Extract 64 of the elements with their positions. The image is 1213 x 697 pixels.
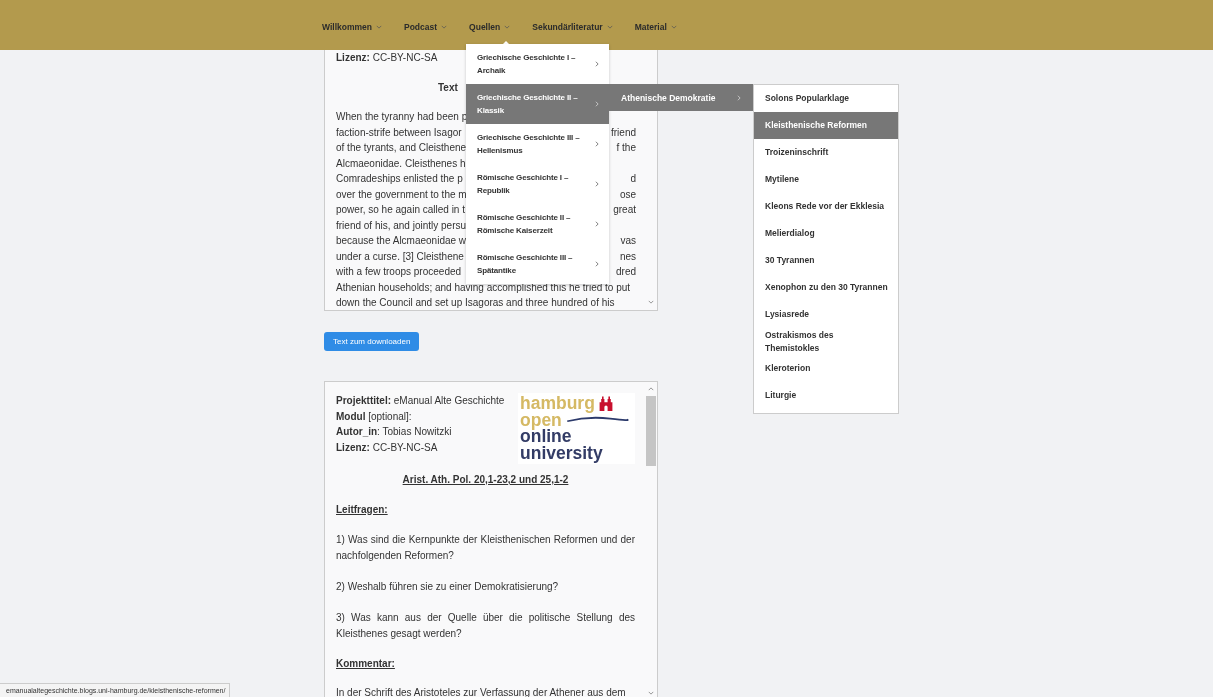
source-title: Arist. Ath. Pol. 20,1-23,2 und 25,1-2 (401, 473, 570, 487)
menu-item[interactable]: Römische Geschichte I – Republik (466, 164, 609, 204)
nav-item[interactable]: Willkommen (322, 21, 382, 33)
text-line: power, so he again called in t (336, 203, 465, 217)
chevron-right-icon (595, 101, 599, 107)
text-line: great (613, 203, 636, 217)
meta-text: Projekttitel: eManual Alte Geschichte (336, 394, 505, 408)
chevron-down-icon (376, 25, 382, 29)
text-line: d (630, 172, 636, 186)
chevron-down-icon (441, 25, 448, 29)
text-line: friend of his, and jointly persu (336, 218, 467, 233)
question-text: 3) Was kann aus der Quelle über die politische Stellung des Kleisthenes gesagt werden? (336, 611, 635, 641)
text-line: nes (619, 249, 636, 264)
scroll-down-icon[interactable] (648, 300, 654, 304)
menu-item[interactable]: Griechische Geschichte III – Hellenismus (466, 124, 609, 164)
text-line: under a curse. [3] Cleisthene (336, 249, 464, 264)
text-line: over the government to the m (336, 187, 467, 202)
text-line: with a few troops proceeded (336, 265, 462, 279)
chevron-down-icon (504, 25, 511, 29)
chevron-right-icon (595, 181, 599, 187)
meta-text: Lizenz: CC-BY-NC-SA (336, 440, 439, 455)
text-line: of the tyrants, and Cleisthene (336, 141, 467, 155)
chevron-right-icon (595, 61, 599, 67)
license-text: Lizenz: CC-BY-NC-SA (336, 51, 438, 65)
text-line: because the Alcmaeonidae w (336, 234, 467, 248)
text-line: down the Council and set up Isagoras and three hundred of his (336, 296, 615, 310)
text-line: vas (620, 234, 636, 248)
menu-item[interactable]: Athenische Demokratie (609, 84, 753, 111)
menu-item[interactable]: Griechische Geschichte II – Klassik (466, 84, 609, 124)
nav-item[interactable]: Quellen (469, 21, 511, 33)
chevron-right-icon (737, 94, 741, 101)
chevron-down-icon (606, 25, 613, 29)
menu-item[interactable]: Kleisthenische Reformen (754, 112, 898, 139)
section-heading: Leitfragen: (336, 502, 389, 517)
text-line: faction-strife between Isagor (336, 125, 462, 140)
chevron-right-icon (595, 261, 599, 267)
meta-text: Autor_in: Tobias Nowitzki (336, 425, 453, 439)
text-line: friend (611, 125, 636, 140)
scroll-up-icon[interactable] (648, 387, 654, 391)
question-text: 1) Was sind die Kernpunkte der Kleisthenischen Reformen und der nachfolgenden Reformen? (336, 533, 635, 563)
paragraph-text: In der Schrift des Aristoteles zur Verfassung der Athener aus dem (336, 685, 627, 697)
chevron-down-icon (670, 25, 677, 29)
menu-item[interactable]: Römische Geschichte II – Römische Kaiserzeit (466, 204, 609, 244)
text-line: Comradeships enlisted the p (336, 172, 463, 186)
nav-item[interactable]: Material (634, 21, 677, 33)
text-line: ose (619, 187, 636, 202)
text-line: dred (616, 265, 636, 279)
scrollbar-thumb[interactable] (646, 396, 656, 466)
wave-icon (564, 416, 629, 424)
section-heading: Text (438, 81, 458, 95)
nav-item[interactable]: Sekundärliteratur (532, 21, 613, 33)
menu-item[interactable]: Römische Geschichte III – Spätantike (466, 244, 609, 284)
castle-icon (597, 395, 614, 412)
chevron-right-icon (595, 141, 599, 147)
scroll-down-icon[interactable] (648, 691, 654, 695)
text-line: f the (616, 141, 636, 155)
university-logo: hamburg open online university (518, 393, 635, 464)
text-line: Alcmaeonidae. Cleisthenes h (336, 156, 466, 171)
meta-text: Modul [optional]: (336, 409, 413, 424)
section-heading: Kommentar: (336, 657, 396, 671)
menu-item[interactable]: Griechische Geschichte I – Archaik (466, 44, 609, 84)
question-text: 2) Weshalb führen sie zu einer Demokratisierung? (336, 580, 560, 594)
chevron-right-icon (595, 221, 599, 227)
nav-item[interactable]: Podcast (404, 21, 448, 33)
